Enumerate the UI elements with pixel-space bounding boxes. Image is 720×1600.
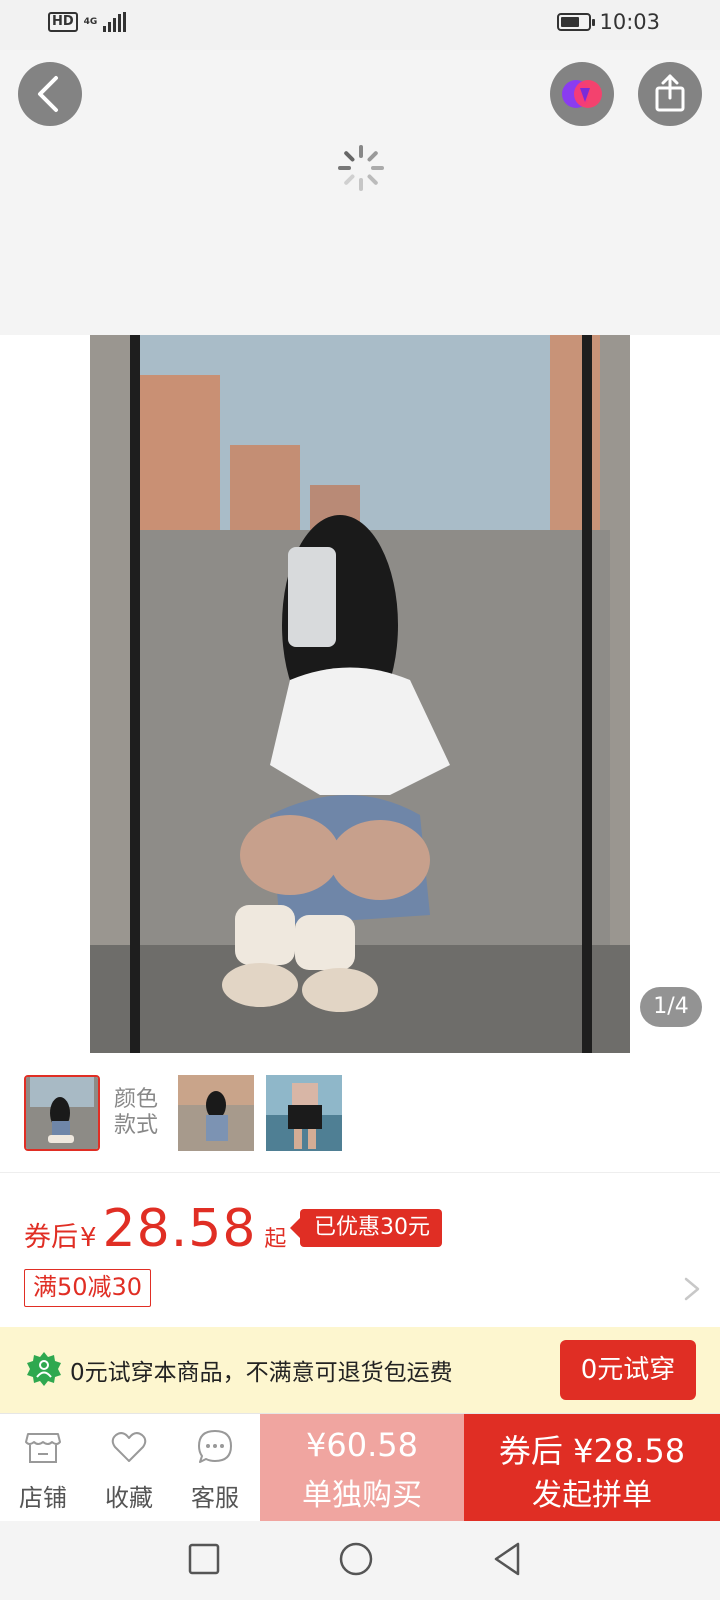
price-amount: 28.58 (102, 1199, 257, 1259)
bottom-action-bar: 店铺 收藏 客服 ¥60.58 单独购买 券后 ¥28.58 发起拼单 (0, 1413, 720, 1522)
status-right: 10:03 (557, 10, 660, 34)
buy-alone-label: 单独购买 (302, 1478, 422, 1513)
store-icon (25, 1433, 61, 1463)
brand-icon (562, 80, 602, 108)
status-left: HD 4G (48, 12, 127, 32)
variant-thumb-1[interactable] (24, 1075, 100, 1151)
customer-service-button[interactable]: 客服 (172, 1414, 258, 1522)
badge-icon (27, 1352, 61, 1386)
promo-tag[interactable]: 满50减30 (24, 1269, 152, 1307)
variant-thumb-2[interactable] (178, 1075, 254, 1151)
group-buy-label: 发起拼单 (532, 1478, 652, 1513)
group-buy-price: 券后 ¥28.58 (498, 1432, 686, 1470)
share-icon (655, 74, 685, 112)
price-line: 券后 ¥ 28.58 起 (24, 1199, 286, 1259)
image-loading-area (0, 50, 720, 335)
heart-icon (111, 1432, 147, 1462)
customer-service-label: 客服 (191, 1484, 239, 1512)
back-button[interactable] (18, 62, 82, 126)
variant-selector: 颜色 款式 (0, 1053, 720, 1173)
network-type: 4G (83, 16, 98, 27)
hd-indicator: HD (48, 12, 78, 32)
share-button[interactable] (638, 62, 702, 126)
buy-alone-button[interactable]: ¥60.58 单独购买 (260, 1414, 464, 1522)
loading-spinner-icon (338, 145, 384, 191)
back-nav-icon[interactable] (488, 1539, 528, 1579)
clock: 10:03 (599, 10, 660, 34)
signal-icon (103, 12, 127, 32)
free-trial-text: 0元试穿本商品，不满意可退货包运费 (70, 1360, 453, 1386)
discount-badge: 已优惠30元 (290, 1209, 442, 1247)
image-page-counter: 1/4 (640, 987, 702, 1027)
home-icon[interactable] (336, 1539, 376, 1579)
variant-label-color: 颜色 (114, 1087, 159, 1112)
variant-thumb-3[interactable] (266, 1075, 342, 1151)
free-trial-banner: 0元试穿本商品，不满意可退货包运费 0元试穿 (0, 1327, 720, 1413)
chat-icon (198, 1430, 232, 1463)
coupon-after-label: 券后 (24, 1222, 78, 1253)
system-navigation-bar (0, 1521, 720, 1600)
recent-apps-icon[interactable] (184, 1539, 224, 1579)
free-trial-button[interactable]: 0元试穿 (560, 1340, 696, 1400)
status-bar: HD 4G 10:03 (0, 0, 720, 50)
buy-alone-price: ¥60.58 (306, 1426, 418, 1464)
chevron-left-icon (38, 76, 58, 112)
variant-label: 颜色 款式 (114, 1087, 158, 1139)
group-buy-button[interactable]: 券后 ¥28.58 发起拼单 (464, 1414, 720, 1522)
price-section: 券后 ¥ 28.58 起 已优惠30元 满50减30 (0, 1173, 720, 1325)
favorite-label: 收藏 (105, 1484, 153, 1512)
currency-symbol: ¥ (80, 1223, 97, 1253)
variant-label-style: 款式 (114, 1113, 159, 1138)
favorite-button[interactable]: 收藏 (86, 1414, 172, 1522)
battery-icon (557, 13, 596, 31)
product-page: HD 4G 10:03 1/4 颜色 款式 券后 ¥ 28.58 起 已优惠30… (0, 0, 720, 1600)
product-image-carousel[interactable]: 1/4 (0, 335, 720, 1053)
store-button[interactable]: 店铺 (0, 1414, 86, 1522)
product-photo (90, 335, 630, 1053)
chevron-right-icon[interactable] (680, 1275, 704, 1303)
price-suffix: 起 (264, 1227, 287, 1252)
store-label: 店铺 (19, 1484, 67, 1512)
brand-badge-button[interactable] (550, 62, 614, 126)
